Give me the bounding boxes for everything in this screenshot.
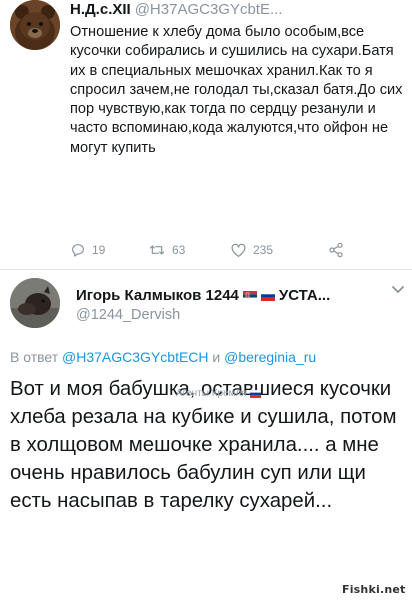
user-handle[interactable]: @H37AGC3GYcbtE... <box>135 1 283 18</box>
divider <box>0 269 412 270</box>
share-button[interactable] <box>328 241 344 259</box>
user-handle[interactable]: @1244_Dervish <box>76 307 180 323</box>
like-button[interactable]: 235 <box>230 241 273 259</box>
reply-button[interactable]: 19 <box>70 241 105 259</box>
reply-conjunction: и <box>212 349 221 365</box>
share-icon <box>329 242 343 258</box>
display-name-text: Игорь Калмыков 1244 <box>76 287 239 304</box>
display-name[interactable]: Н.Д.с.XII <box>70 1 131 18</box>
reply-icon <box>72 244 84 257</box>
watermark: Агенты Кремля <box>176 388 261 399</box>
reply-prefix: В ответ <box>10 349 59 365</box>
retweet-count: 63 <box>172 243 186 257</box>
heart-icon <box>231 243 246 258</box>
dog-avatar-icon <box>10 278 60 328</box>
russia-flag-icon <box>260 290 275 301</box>
russia-flag-icon <box>249 389 261 398</box>
tweet-actions: 19 63 235 <box>70 241 370 259</box>
display-name-suffix: УСТА... <box>278 287 331 304</box>
site-logo: Fishki.net <box>342 583 406 596</box>
reply-mention-link[interactable]: @bereginia_ru <box>224 349 316 365</box>
serbia-flag-icon <box>242 290 257 301</box>
chevron-down-icon[interactable] <box>391 285 405 295</box>
avatar[interactable] <box>10 0 60 50</box>
bear-avatar-icon <box>10 0 60 50</box>
retweet-icon <box>149 245 165 255</box>
display-name[interactable]: Игорь Калмыков 1244 УСТА... <box>76 287 376 304</box>
avatar[interactable] <box>10 278 60 328</box>
reply-mention-link[interactable]: @H37AGC3GYcbtECH <box>62 349 208 365</box>
like-count: 235 <box>253 243 274 257</box>
watermark-text: Агенты Кремля <box>176 388 247 399</box>
reply-context: В ответ @H37AGC3GYcbtECH и @bereginia_ru <box>10 349 410 365</box>
tweet-text: Отношение к хлебу дома было особым,все к… <box>70 24 403 156</box>
tweet-original: Н.Д.с.XII @H37AGC3GYcbtE... Отношение к х… <box>0 0 412 270</box>
retweet-button[interactable]: 63 <box>148 241 185 259</box>
reply-count: 19 <box>92 243 106 257</box>
tweet-header: Н.Д.с.XII @H37AGC3GYcbtE... <box>70 1 410 21</box>
